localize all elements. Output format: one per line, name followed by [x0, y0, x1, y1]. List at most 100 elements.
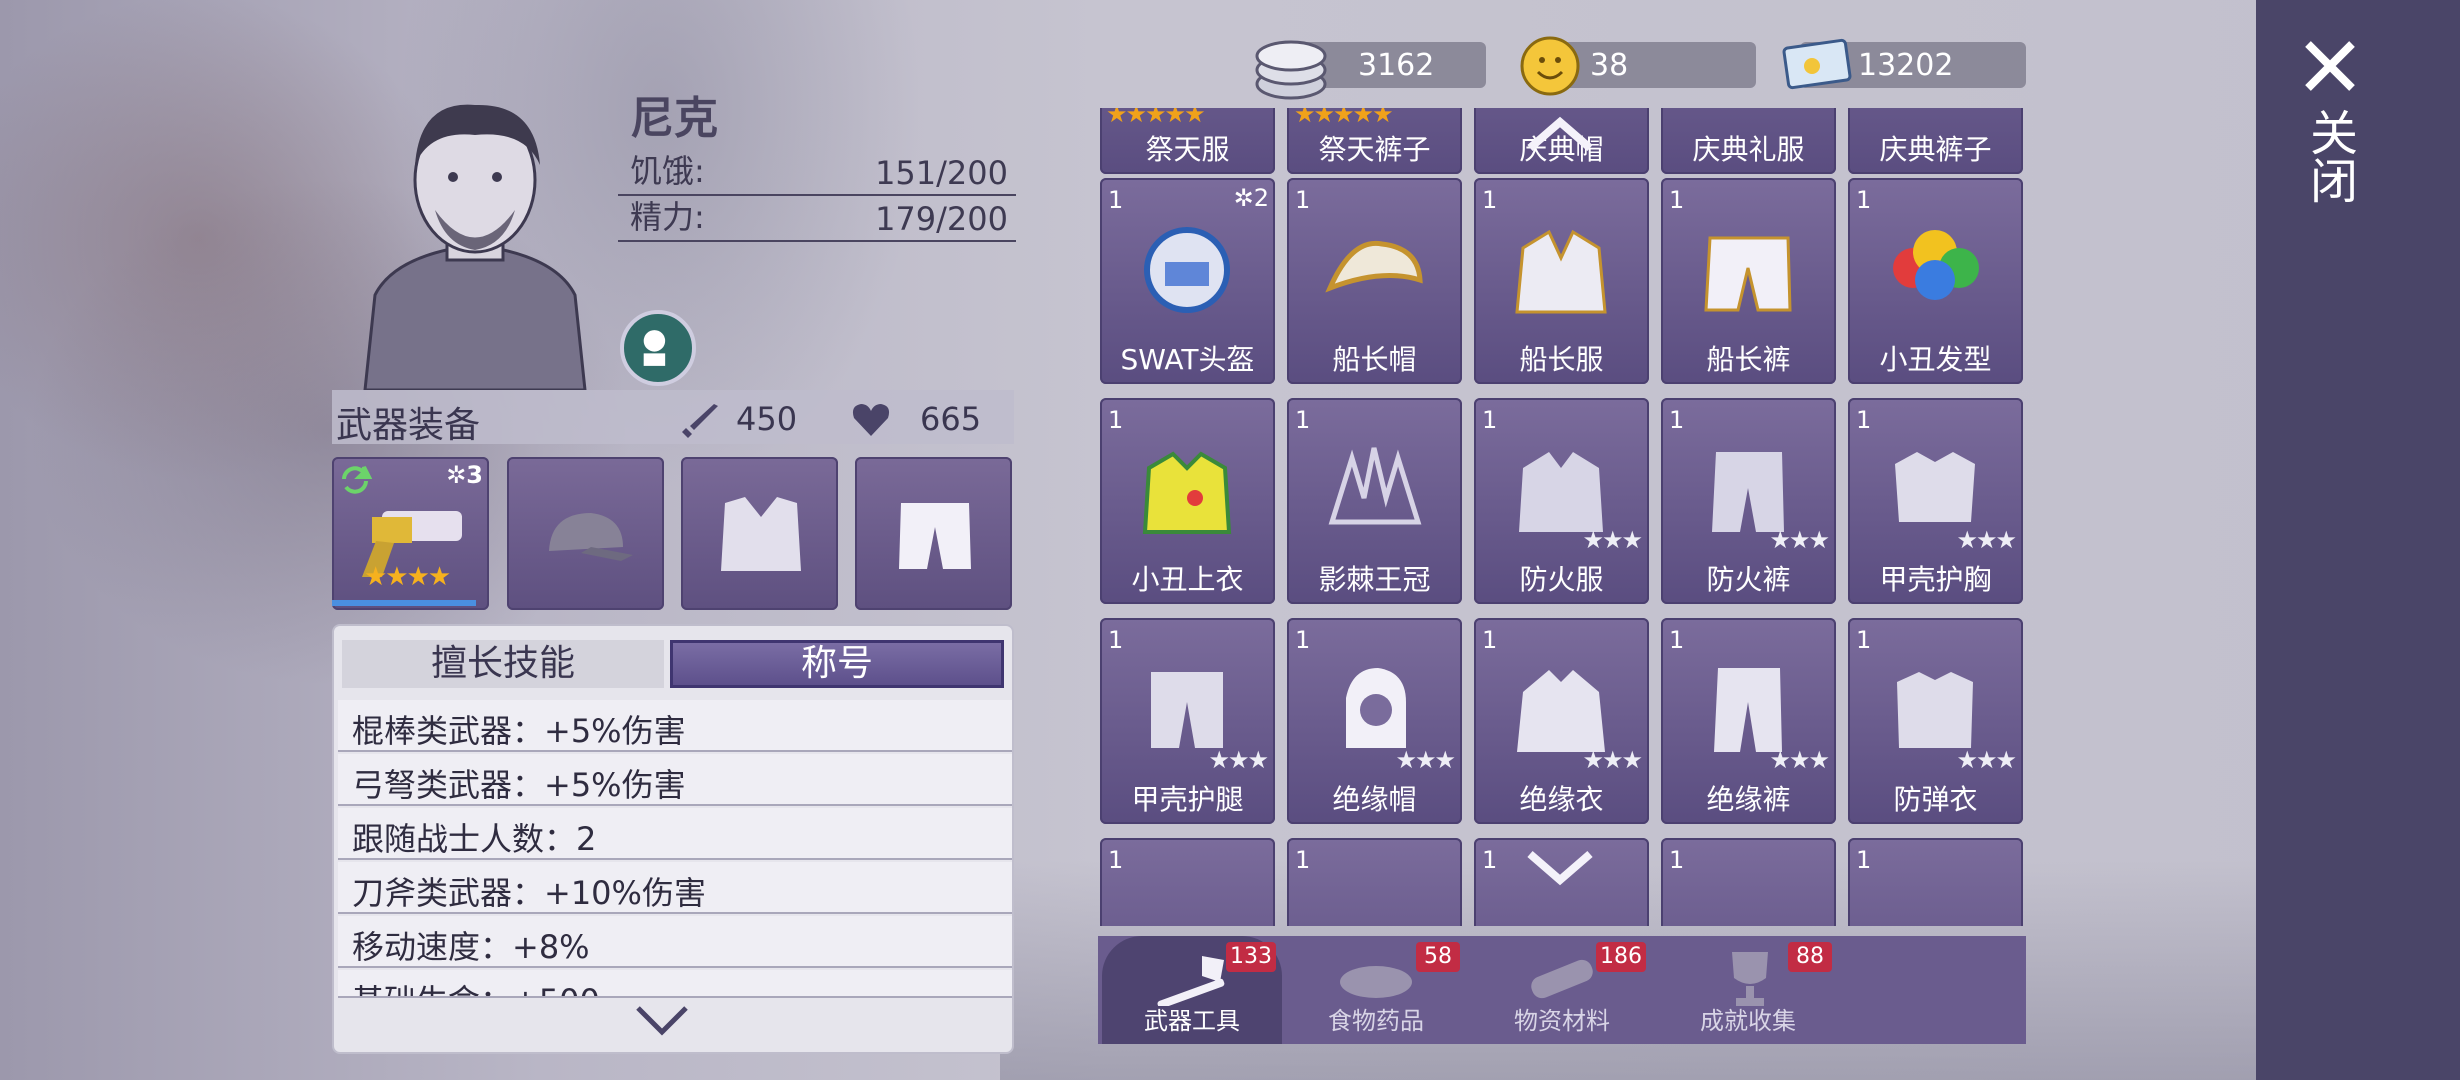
item-stars: ★★★	[1395, 746, 1456, 774]
skill-row: 基础生命：+500	[338, 970, 1012, 998]
inventory-item[interactable]: 1 ✲2 SWAT头盔	[1100, 178, 1275, 384]
item-count: 1	[1669, 626, 1685, 654]
item-name: 船长裤	[1706, 343, 1791, 376]
energy-stat: 精力: 179/200	[618, 196, 1016, 242]
clown-shirt-icon	[1142, 451, 1232, 534]
tab-titles[interactable]: 称号	[670, 640, 1004, 688]
count-badge: 133	[1226, 942, 1276, 972]
item-count: 1	[1295, 626, 1311, 654]
food-icon	[1340, 966, 1412, 998]
gold-coin-icon	[1520, 36, 1580, 96]
character-portrait	[363, 104, 587, 390]
item-count: 1	[1108, 846, 1124, 874]
title-badge-icon[interactable]	[620, 310, 696, 386]
scroll-down-icon[interactable]	[1526, 848, 1594, 886]
weapon-slot[interactable]: ✲3 ★★★★	[332, 457, 489, 610]
chevron-down-icon[interactable]	[634, 1002, 690, 1038]
item-stars: ★★★★★	[1106, 108, 1206, 128]
inventory-item[interactable]: 1 ★★★ 绝缘帽	[1287, 618, 1462, 824]
item-name: 防火服	[1519, 563, 1604, 596]
item-name: 绝缘帽	[1332, 783, 1417, 816]
item-count: 1	[1669, 846, 1685, 874]
item-name: 防弹衣	[1893, 783, 1978, 816]
tab-food-medicine[interactable]: 58 食物药品	[1286, 936, 1466, 1044]
inventory-item[interactable]: 庆典礼服	[1661, 108, 1836, 174]
hunger-value: 151/200	[875, 154, 1008, 192]
item-name: 祭天服	[1145, 133, 1230, 166]
item-count: 1	[1295, 406, 1311, 434]
count-badge: 88	[1788, 942, 1832, 972]
tab-label: 武器工具	[1144, 1007, 1240, 1035]
equipment-bar: 武器装备	[332, 390, 1014, 446]
item-count: 1	[1295, 186, 1311, 214]
swat-helmet-icon	[1144, 227, 1230, 313]
item-name: 甲壳护腿	[1131, 783, 1244, 816]
sword-icon	[682, 404, 718, 438]
inventory-item[interactable]: 1 ★★★ 防弹衣	[1848, 618, 2023, 824]
tab-skills[interactable]: 擅长技能	[342, 640, 664, 688]
inventory-item[interactable]: 1	[1287, 838, 1462, 926]
thorn-crown-icon	[1328, 447, 1422, 525]
item-count: 1	[1482, 406, 1498, 434]
tab-weapons-tools[interactable]: 133 武器工具	[1102, 936, 1282, 1044]
item-name: 防火裤	[1706, 563, 1791, 596]
shirt-slot[interactable]	[681, 457, 838, 610]
item-name: 庆典裤子	[1879, 133, 1992, 166]
tab-label: 食物药品	[1328, 1007, 1424, 1035]
inventory-item[interactable]: 1	[1661, 838, 1836, 926]
item-stars: ★★★	[1956, 526, 2017, 554]
ticket-value: 13202	[1858, 48, 1954, 83]
cap-icon	[549, 513, 633, 561]
inventory-item[interactable]: 1 ★★★ 甲壳护胸	[1848, 398, 2023, 604]
item-stars: ★★★	[1582, 746, 1643, 774]
vest-icon	[721, 497, 801, 571]
inventory-item[interactable]: 1 小丑上衣	[1100, 398, 1275, 604]
skill-row: 刀斧类武器：+10%伤害	[338, 862, 1012, 914]
category-tabs: 133 武器工具 58 食物药品 186 物资材料 88 成就收集	[1098, 936, 2026, 1044]
item-name: SWAT头盔	[1120, 343, 1255, 376]
inventory-item[interactable]: 1 ★★★ 绝缘衣	[1474, 618, 1649, 824]
close-sidebar[interactable]	[2256, 0, 2460, 1080]
inventory-item[interactable]: 1 船长服	[1474, 178, 1649, 384]
inventory-item[interactable]: 1 船长帽	[1287, 178, 1462, 384]
inventory-item[interactable]: 1 小丑发型	[1848, 178, 2023, 384]
item-count: 1	[1482, 186, 1498, 214]
inventory-item[interactable]: 1	[1848, 838, 2023, 926]
item-stars: ★★★	[1208, 746, 1269, 774]
captain-coat-icon	[1515, 229, 1607, 314]
close-icon[interactable]	[2302, 38, 2358, 94]
inventory-item[interactable]: 庆典裤子	[1848, 108, 2023, 174]
close-label[interactable]: 关闭	[2301, 108, 2357, 204]
item-count: 1	[1482, 846, 1498, 874]
inventory-item[interactable]: 1	[1100, 838, 1275, 926]
item-name: 绝缘衣	[1519, 783, 1604, 816]
item-name: 影棘王冠	[1318, 563, 1431, 596]
gold-value: 38	[1590, 48, 1629, 83]
weapon-level: ✲3	[446, 461, 483, 489]
skill-row: 移动速度：+8%	[338, 916, 1012, 968]
tab-materials[interactable]: 186 物资材料	[1472, 936, 1652, 1044]
inventory-grid: 祭天服 祭天裤子 庆典帽 庆典礼服 庆典裤子 ★★★★★ ★★★★★ 1 ✲2 …	[1098, 108, 2026, 926]
inventory-item[interactable]: 1 ★★★ 绝缘裤	[1661, 618, 1836, 824]
equipment-title: 武器装备	[336, 405, 481, 446]
inventory-item[interactable]: 1 影棘王冠	[1287, 398, 1462, 604]
inventory-item[interactable]: 1 船长裤	[1661, 178, 1836, 384]
energy-label: 精力:	[630, 198, 705, 236]
health-value: 665	[920, 400, 982, 438]
item-count: 1	[1482, 626, 1498, 654]
item-stars: ★★★	[1956, 746, 2017, 774]
inventory-item[interactable]: 1 ★★★ 甲壳护腿	[1100, 618, 1275, 824]
item-level: ✲2	[1233, 184, 1269, 212]
inventory-item[interactable]: 1 ★★★ 防火服	[1474, 398, 1649, 604]
pants-slot[interactable]	[855, 457, 1012, 610]
item-count: 1	[1108, 186, 1124, 214]
item-count: 1	[1856, 846, 1872, 874]
item-count: 1	[1856, 406, 1872, 434]
hat-slot[interactable]	[507, 457, 664, 610]
inventory-item[interactable]: 1 ★★★ 防火裤	[1661, 398, 1836, 604]
tab-achievements[interactable]: 88 成就收集	[1658, 936, 1838, 1044]
item-stars: ★★★	[1582, 526, 1643, 554]
item-name: 庆典礼服	[1692, 133, 1805, 166]
scroll-up-icon[interactable]	[1526, 116, 1594, 152]
count-badge: 186	[1596, 942, 1646, 972]
